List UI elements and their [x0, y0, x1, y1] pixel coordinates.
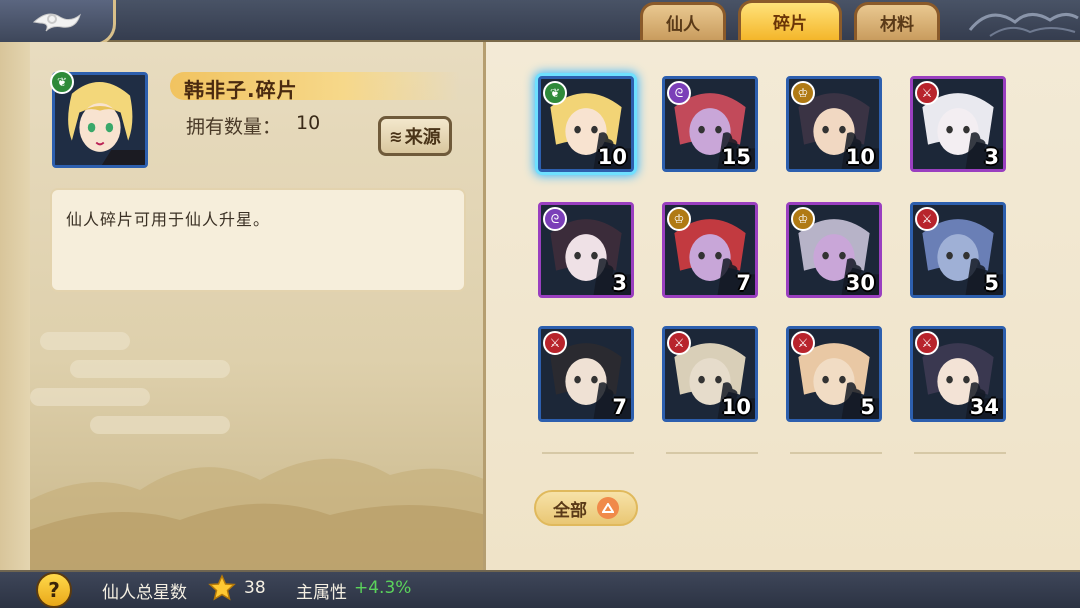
total-stars-value: 38	[244, 578, 266, 598]
tab-immortals[interactable]: 仙人	[640, 2, 726, 40]
crown-icon: ♔	[667, 207, 691, 231]
tab-fragments[interactable]: 碎片	[738, 0, 842, 40]
fragment-card[interactable]: ⚔ 7	[538, 326, 634, 422]
fragment-card[interactable]: ⚔ 3	[910, 76, 1006, 172]
fragment-card[interactable]: ᘓ3	[538, 202, 634, 298]
triangle-up-icon	[597, 497, 619, 519]
description-text: 仙人碎片可用于仙人升星。	[66, 210, 271, 229]
mountain-landscape-icon	[30, 458, 483, 570]
source-button[interactable]: ≋ 来源	[378, 116, 452, 156]
count-label: 拥有数量：	[186, 116, 282, 138]
fragment-count: 3	[612, 271, 627, 295]
fragment-count: 34	[969, 395, 999, 419]
fragment-count: 10	[597, 145, 627, 169]
detail-panel: ❦ 韩非子.碎片 拥有数量： 10 ≋ 来源 仙人碎片可用于仙人升星。	[30, 42, 486, 570]
star-icon	[208, 574, 236, 601]
fragment-card[interactable]: ⚔ 5	[910, 202, 1006, 298]
back-button[interactable]	[0, 0, 116, 46]
fragment-count: 10	[845, 145, 875, 169]
description-box: 仙人碎片可用于仙人升星。	[50, 188, 466, 292]
game-screen: 仙人 碎片 材料 ❦ 韩非子.碎片 拥有数量： 10 ≋ 来源 仙人碎片可用于仙…	[0, 0, 1080, 608]
fragment-count: 5	[860, 395, 875, 419]
help-button[interactable]: ?	[36, 572, 72, 608]
back-arrow-icon	[32, 12, 81, 31]
divider	[790, 452, 882, 454]
divider	[666, 452, 758, 454]
wave-icon: ≋	[389, 126, 403, 146]
source-button-label: 来源	[404, 127, 441, 148]
cloud-ornament-icon	[968, 13, 1079, 37]
fragment-name: 韩非子.碎片	[184, 78, 298, 102]
fragment-card[interactable]: ⚔ 5	[786, 326, 882, 422]
main-attribute-label: 主属性	[296, 583, 347, 603]
spiral-icon: ᘓ	[667, 81, 691, 105]
sword-icon: ⚔	[791, 331, 815, 355]
leaf-icon: ❦	[543, 81, 567, 105]
total-stars-label: 仙人总星数	[102, 583, 187, 603]
filter-all-button[interactable]: 全部	[534, 490, 638, 526]
left-frame	[0, 42, 30, 570]
fragment-list-panel: ❦ 10 ᘓ 15 ♔ 10 ⚔ 3 ᘓ 3 ♔ 7 ♔ 30 ⚔ 5 ⚔ 7 ⚔ 10 ⚔ 5 ⚔ 34 全部	[486, 42, 1080, 570]
sword-icon: ⚔	[667, 331, 691, 355]
fragment-count: 3	[984, 145, 999, 169]
spiral-icon: ᘓ	[543, 207, 567, 231]
fragment-count: 5	[984, 271, 999, 295]
divider	[542, 452, 634, 454]
fragment-card[interactable]: ⚔ 10	[662, 326, 758, 422]
fragment-count: 10	[721, 395, 751, 419]
fragment-card[interactable]: ⚔ 34	[910, 326, 1006, 422]
fragment-card[interactable]: ♔ 10	[786, 76, 882, 172]
fragment-card[interactable]: ❦ 10	[538, 76, 634, 172]
filter-all-label: 全部	[553, 500, 587, 521]
main-attribute-value: +4.3%	[354, 578, 412, 598]
tab-bar: 仙人 碎片 材料	[640, 0, 940, 40]
tab-materials[interactable]: 材料	[854, 2, 940, 40]
sword-icon: ⚔	[915, 207, 939, 231]
crown-icon: ♔	[791, 207, 815, 231]
count-value: 10	[296, 112, 321, 134]
fragment-count: 15	[721, 145, 751, 169]
fragment-card[interactable]: ♔ 30	[786, 202, 882, 298]
divider	[914, 452, 1006, 454]
sword-icon: ⚔	[915, 331, 939, 355]
crown-icon: ♔	[791, 81, 815, 105]
fragment-count: 7	[736, 271, 751, 295]
fragment-card[interactable]: ♔ 7	[662, 202, 758, 298]
sword-icon: ⚔	[543, 331, 567, 355]
fragment-count: 30	[845, 271, 875, 295]
sword-icon: ⚔	[915, 81, 939, 105]
fragment-count: 7	[612, 395, 627, 419]
leaf-icon: ❦	[50, 70, 74, 94]
fragment-card[interactable]: ᘓ 15	[662, 76, 758, 172]
